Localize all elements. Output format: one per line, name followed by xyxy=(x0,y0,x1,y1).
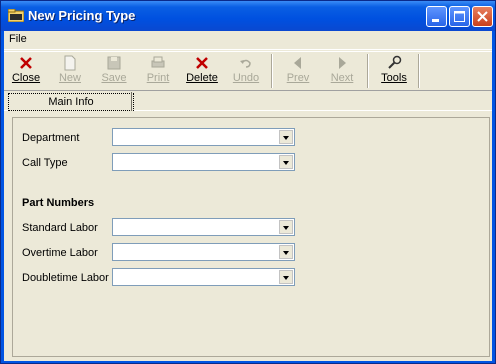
call-type-dropdown-arrow-icon[interactable] xyxy=(279,155,293,169)
close-button[interactable]: Close xyxy=(4,53,48,89)
close-x-icon xyxy=(20,57,32,69)
new-button-label: New xyxy=(58,72,81,84)
tools-button[interactable]: Tools xyxy=(372,53,416,89)
part-numbers-heading: Part Numbers xyxy=(22,197,95,209)
standard-labor-combo[interactable] xyxy=(112,218,295,236)
save-button-label: Save xyxy=(101,72,127,84)
main-info-panel: Department Call Type Part Numbers Standa… xyxy=(12,117,490,357)
prev-button[interactable]: Prev xyxy=(276,53,320,89)
doubletime-labor-combo[interactable] xyxy=(112,268,295,286)
new-document-icon xyxy=(64,55,76,71)
doubletime-labor-dropdown-arrow-icon[interactable] xyxy=(279,270,293,284)
menu-file[interactable]: File xyxy=(9,33,27,45)
call-type-combo[interactable] xyxy=(112,153,295,171)
client-area: File Close New Save Print Delete Undo Pr… xyxy=(4,31,492,361)
department-combo[interactable] xyxy=(112,128,295,146)
call-type-label: Call Type xyxy=(22,157,68,169)
overtime-labor-combo[interactable] xyxy=(112,243,295,261)
doubletime-labor-label: Doubletime Labor xyxy=(22,272,109,284)
toolbar-separator xyxy=(418,54,420,88)
overtime-labor-label: Overtime Labor xyxy=(22,247,98,259)
close-icon xyxy=(477,11,488,22)
tab-main-info[interactable]: Main Info xyxy=(8,93,134,111)
toolbar: Close New Save Print Delete Undo Prev Ne… xyxy=(4,51,492,91)
printer-icon xyxy=(151,56,165,68)
wrench-icon xyxy=(388,55,402,69)
maximize-button[interactable] xyxy=(449,6,470,27)
window-title: New Pricing Type xyxy=(28,8,136,23)
delete-button-label: Delete xyxy=(186,72,218,84)
delete-button[interactable]: Delete xyxy=(180,53,224,89)
next-button-label: Next xyxy=(330,72,354,84)
undo-button[interactable]: Undo xyxy=(224,53,268,89)
prev-button-label: Prev xyxy=(286,72,310,84)
standard-labor-label: Standard Labor xyxy=(22,222,98,234)
close-window-button[interactable] xyxy=(472,6,493,27)
save-button[interactable]: Save xyxy=(92,53,136,89)
tab-edge xyxy=(131,92,132,111)
app-window: New Pricing Type File Close New Save Pri… xyxy=(0,0,496,364)
folder-icon xyxy=(8,9,24,22)
menu-bar: File xyxy=(4,31,492,50)
print-button[interactable]: Print xyxy=(136,53,180,89)
toolbar-separator xyxy=(271,54,273,88)
print-button-label: Print xyxy=(146,72,170,84)
delete-x-icon xyxy=(196,57,208,69)
save-disk-icon xyxy=(107,56,121,70)
title-bar[interactable]: New Pricing Type xyxy=(1,1,495,31)
department-label: Department xyxy=(22,132,80,144)
next-button[interactable]: Next xyxy=(320,53,364,89)
new-button[interactable]: New xyxy=(48,53,92,89)
undo-button-label: Undo xyxy=(232,72,260,84)
minimize-button[interactable] xyxy=(426,6,447,27)
toolbar-separator xyxy=(367,54,369,88)
close-button-label: Close xyxy=(11,72,41,84)
tools-button-label: Tools xyxy=(381,72,407,84)
standard-labor-dropdown-arrow-icon[interactable] xyxy=(279,220,293,234)
prev-arrow-icon xyxy=(294,57,301,69)
minimize-icon xyxy=(432,19,439,22)
department-dropdown-arrow-icon[interactable] xyxy=(279,130,293,144)
overtime-labor-dropdown-arrow-icon[interactable] xyxy=(279,245,293,259)
maximize-icon xyxy=(454,11,465,22)
next-arrow-icon xyxy=(339,57,346,69)
undo-arrow-icon xyxy=(240,59,251,68)
